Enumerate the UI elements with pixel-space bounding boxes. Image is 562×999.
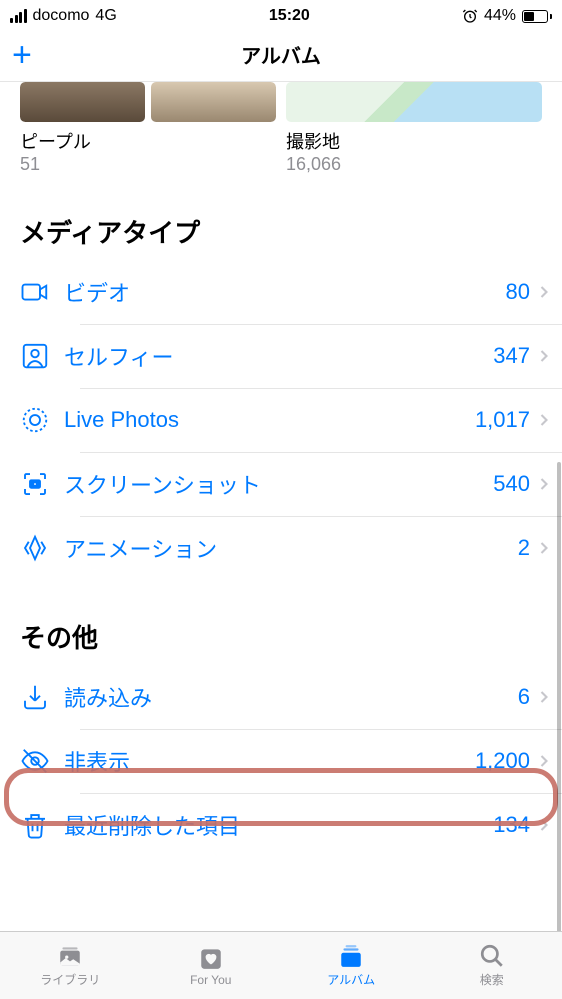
livephoto-icon <box>20 405 64 435</box>
row-selfies[interactable]: セルフィー 347 <box>0 324 562 388</box>
screenshot-icon <box>20 469 64 499</box>
eye-slash-icon <box>20 746 64 776</box>
row-screenshots-count: 540 <box>493 471 530 497</box>
album-places-label: 撮影地 <box>286 128 542 154</box>
album-people[interactable]: ピープル 51 <box>20 82 276 175</box>
row-imports-label: 読み込み <box>64 681 518 713</box>
row-hidden-label: 非表示 <box>64 745 475 777</box>
row-deleted[interactable]: 最近削除した項目 134 <box>0 793 562 857</box>
scroll-indicator <box>557 462 561 931</box>
tab-library[interactable]: ライブラリ <box>0 932 141 999</box>
animated-icon <box>20 533 64 563</box>
import-icon <box>20 682 64 712</box>
alarm-icon <box>462 8 478 24</box>
places-thumb <box>286 82 542 122</box>
chevron-right-icon <box>534 815 554 835</box>
signal-icon <box>10 9 27 23</box>
network-label: 4G <box>95 7 116 25</box>
album-people-label: ピープル <box>20 128 276 154</box>
people-thumb <box>20 82 276 122</box>
heart-square-icon <box>196 945 226 971</box>
trash-icon <box>20 810 64 840</box>
row-animated[interactable]: アニメーション 2 <box>0 516 562 580</box>
tab-albums-label: アルバム <box>327 971 375 988</box>
person-square-icon <box>20 341 64 371</box>
albums-icon <box>336 943 366 969</box>
row-deleted-count: 134 <box>493 812 530 838</box>
tab-foryou[interactable]: For You <box>141 932 282 999</box>
tab-bar: ライブラリ For You アルバム 検索 <box>0 931 562 999</box>
tab-library-label: ライブラリ <box>40 971 100 988</box>
library-icon <box>55 943 85 969</box>
row-live-count: 1,017 <box>475 407 530 433</box>
content-scroll[interactable]: ピープル 51 撮影地 16,066 メディアタイプ ビデオ 80 セルフィー … <box>0 82 562 931</box>
status-bar: docomo 4G 15:20 44% <box>0 0 562 28</box>
album-people-count: 51 <box>20 154 276 175</box>
row-selfies-count: 347 <box>493 343 530 369</box>
row-videos-count: 80 <box>506 279 530 305</box>
tab-search[interactable]: 検索 <box>422 932 562 999</box>
row-imports[interactable]: 読み込み 6 <box>0 665 562 729</box>
chevron-right-icon <box>534 687 554 707</box>
page-title: アルバム <box>241 40 321 69</box>
video-icon <box>20 277 64 307</box>
section-other: その他 <box>0 580 562 665</box>
chevron-right-icon <box>534 346 554 366</box>
chevron-right-icon <box>534 474 554 494</box>
row-screenshots-label: スクリーンショット <box>64 468 493 500</box>
chevron-right-icon <box>534 282 554 302</box>
carrier-label: docomo <box>33 7 90 25</box>
search-icon <box>477 943 507 969</box>
row-animated-count: 2 <box>518 535 530 561</box>
row-hidden-count: 1,200 <box>475 748 530 774</box>
row-screenshots[interactable]: スクリーンショット 540 <box>0 452 562 516</box>
row-selfies-label: セルフィー <box>64 340 493 372</box>
row-hidden[interactable]: 非表示 1,200 <box>0 729 562 793</box>
row-live[interactable]: Live Photos 1,017 <box>0 388 562 452</box>
tab-albums[interactable]: アルバム <box>281 932 422 999</box>
section-media-types: メディアタイプ <box>0 175 562 260</box>
row-deleted-label: 最近削除した項目 <box>64 809 493 841</box>
chevron-right-icon <box>534 538 554 558</box>
row-videos[interactable]: ビデオ 80 <box>0 260 562 324</box>
tab-foryou-label: For You <box>190 973 231 987</box>
battery-pct: 44% <box>484 7 516 25</box>
row-videos-label: ビデオ <box>64 276 506 308</box>
chevron-right-icon <box>534 410 554 430</box>
album-places-count: 16,066 <box>286 154 542 175</box>
row-live-label: Live Photos <box>64 407 475 433</box>
nav-bar: + アルバム <box>0 28 562 82</box>
battery-icon <box>522 10 552 23</box>
add-button[interactable]: + <box>12 38 32 72</box>
row-imports-count: 6 <box>518 684 530 710</box>
tab-search-label: 検索 <box>480 971 504 988</box>
clock: 15:20 <box>269 7 310 25</box>
chevron-right-icon <box>534 751 554 771</box>
row-animated-label: アニメーション <box>64 532 518 564</box>
album-places[interactable]: 撮影地 16,066 <box>286 82 542 175</box>
